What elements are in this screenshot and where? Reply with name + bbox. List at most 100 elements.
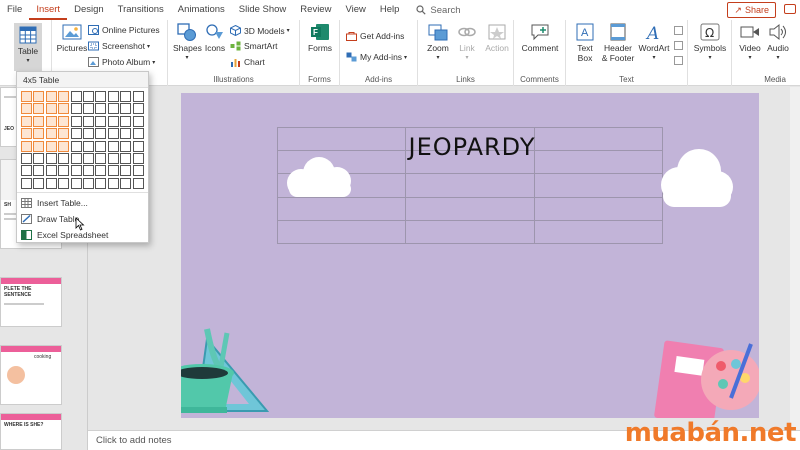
insert-table-option[interactable]: Insert Table... xyxy=(21,198,88,208)
slide-title[interactable]: JEOPARDY xyxy=(407,133,537,161)
get-addins-button[interactable]: Get Add-ins xyxy=(346,31,404,41)
table-grid-cell[interactable] xyxy=(120,165,132,177)
pictures-button[interactable]: Pictures xyxy=(56,23,88,53)
text-box-button[interactable]: A Text Box xyxy=(570,23,600,63)
photo-album-button[interactable]: Photo Album ▾ xyxy=(88,57,155,67)
table-grid-cell[interactable] xyxy=(21,165,32,177)
table-grid-cell[interactable] xyxy=(83,91,94,102)
vertical-scrollbar[interactable] xyxy=(790,87,800,430)
table-grid-cell[interactable] xyxy=(58,140,70,152)
video-button[interactable]: Video ▾ xyxy=(736,23,764,63)
text-option-icon[interactable] xyxy=(674,26,683,35)
table-grid-cell[interactable] xyxy=(45,115,57,127)
table-grid-cell[interactable] xyxy=(95,177,107,189)
table-grid-cell[interactable] xyxy=(132,128,144,140)
chart-button[interactable]: Chart xyxy=(230,57,265,67)
table-grid-cell[interactable] xyxy=(33,140,45,152)
table-grid-cell[interactable] xyxy=(95,140,107,152)
table-grid-cell[interactable] xyxy=(120,103,132,115)
table-grid-cell[interactable] xyxy=(58,91,70,102)
slide-thumbnail[interactable]: WHERE IS SHE? xyxy=(0,413,62,450)
excel-spreadsheet-option[interactable]: Excel Spreadsheet xyxy=(21,230,108,240)
table-grid-cell[interactable] xyxy=(120,91,132,102)
table-grid-cell[interactable] xyxy=(33,91,45,102)
audio-button[interactable]: Audio ▾ xyxy=(764,23,792,63)
table-grid-cell[interactable] xyxy=(45,153,57,164)
table-grid-cell[interactable] xyxy=(132,140,144,152)
table-grid-cell[interactable] xyxy=(21,91,32,102)
table-grid-cell[interactable] xyxy=(83,128,94,140)
link-button[interactable]: Link ▾ xyxy=(454,23,480,63)
table-grid-cell[interactable] xyxy=(70,128,82,140)
table-grid-cell[interactable] xyxy=(58,103,70,115)
table-grid-cell[interactable] xyxy=(33,115,45,127)
table-grid-cell[interactable] xyxy=(21,103,32,115)
tab-view[interactable]: View xyxy=(338,0,372,20)
table-size-grid[interactable] xyxy=(21,91,145,189)
table-grid-cell[interactable] xyxy=(58,128,70,140)
table-grid-cell[interactable] xyxy=(70,153,82,164)
table-grid-cell[interactable] xyxy=(33,165,45,177)
table-grid-cell[interactable] xyxy=(132,103,144,115)
table-grid-cell[interactable] xyxy=(45,165,57,177)
table-grid-cell[interactable] xyxy=(21,115,32,127)
tab-insert[interactable]: Insert xyxy=(29,0,68,20)
tab-help[interactable]: Help xyxy=(373,0,407,20)
table-grid-cell[interactable] xyxy=(107,103,119,115)
table-grid-cell[interactable] xyxy=(33,128,45,140)
table-grid-cell[interactable] xyxy=(33,103,45,115)
table-grid-cell[interactable] xyxy=(58,115,70,127)
table-grid-cell[interactable] xyxy=(70,140,82,152)
table-grid-cell[interactable] xyxy=(58,165,70,177)
table-grid-cell[interactable] xyxy=(45,103,57,115)
header-footer-button[interactable]: Header & Footer xyxy=(600,23,636,63)
table-grid-cell[interactable] xyxy=(120,115,132,127)
comments-icon[interactable] xyxy=(784,4,796,14)
slide-thumbnail[interactable]: cooking xyxy=(0,345,62,405)
draw-table-option[interactable]: Draw Table xyxy=(21,214,79,224)
tab-slide-show[interactable]: Slide Show xyxy=(232,0,294,20)
table-grid-cell[interactable] xyxy=(83,165,94,177)
table-grid-cell[interactable] xyxy=(33,153,45,164)
tab-file[interactable]: File xyxy=(0,0,29,20)
table-grid-cell[interactable] xyxy=(95,128,107,140)
my-addins-button[interactable]: My Add-ins ▾ xyxy=(346,52,407,62)
shapes-button[interactable]: Shapes ▾ xyxy=(173,23,202,63)
table-grid-cell[interactable] xyxy=(70,91,82,102)
table-grid-cell[interactable] xyxy=(21,177,32,189)
comment-button[interactable]: Comment xyxy=(520,23,560,53)
text-option-icon[interactable] xyxy=(674,56,683,65)
table-grid-cell[interactable] xyxy=(107,165,119,177)
table-grid-cell[interactable] xyxy=(107,177,119,189)
symbols-button[interactable]: Ω Symbols ▾ xyxy=(692,23,728,63)
table-grid-cell[interactable] xyxy=(120,140,132,152)
table-grid-cell[interactable] xyxy=(107,140,119,152)
search-box[interactable]: Search xyxy=(416,5,461,16)
table-grid-cell[interactable] xyxy=(70,115,82,127)
table-grid-cell[interactable] xyxy=(95,153,107,164)
table-grid-cell[interactable] xyxy=(132,165,144,177)
table-grid-cell[interactable] xyxy=(132,91,144,102)
table-grid-cell[interactable] xyxy=(107,91,119,102)
table-grid-cell[interactable] xyxy=(120,153,132,164)
table-grid-cell[interactable] xyxy=(107,128,119,140)
table-grid-cell[interactable] xyxy=(120,128,132,140)
table-grid-cell[interactable] xyxy=(45,91,57,102)
forms-button[interactable]: F Forms xyxy=(306,23,334,53)
wordart-button[interactable]: A WordArt ▾ xyxy=(636,23,672,63)
slide-canvas[interactable]: JEOPARDY xyxy=(181,93,759,418)
table-grid-cell[interactable] xyxy=(95,115,107,127)
table-grid-cell[interactable] xyxy=(132,153,144,164)
tab-animations[interactable]: Animations xyxy=(171,0,232,20)
table-grid-cell[interactable] xyxy=(21,140,32,152)
table-grid-cell[interactable] xyxy=(95,165,107,177)
table-grid-cell[interactable] xyxy=(45,140,57,152)
tab-review[interactable]: Review xyxy=(293,0,338,20)
slide-thumbnail[interactable]: PLETE THE SENTENCE xyxy=(0,277,62,327)
3d-models-button[interactable]: 3D Models ▾ xyxy=(230,25,290,36)
table-grid-cell[interactable] xyxy=(21,128,32,140)
zoom-button[interactable]: Zoom ▾ xyxy=(424,23,452,63)
table-grid-cell[interactable] xyxy=(70,103,82,115)
table-grid-cell[interactable] xyxy=(45,177,57,189)
table-grid-cell[interactable] xyxy=(83,103,94,115)
